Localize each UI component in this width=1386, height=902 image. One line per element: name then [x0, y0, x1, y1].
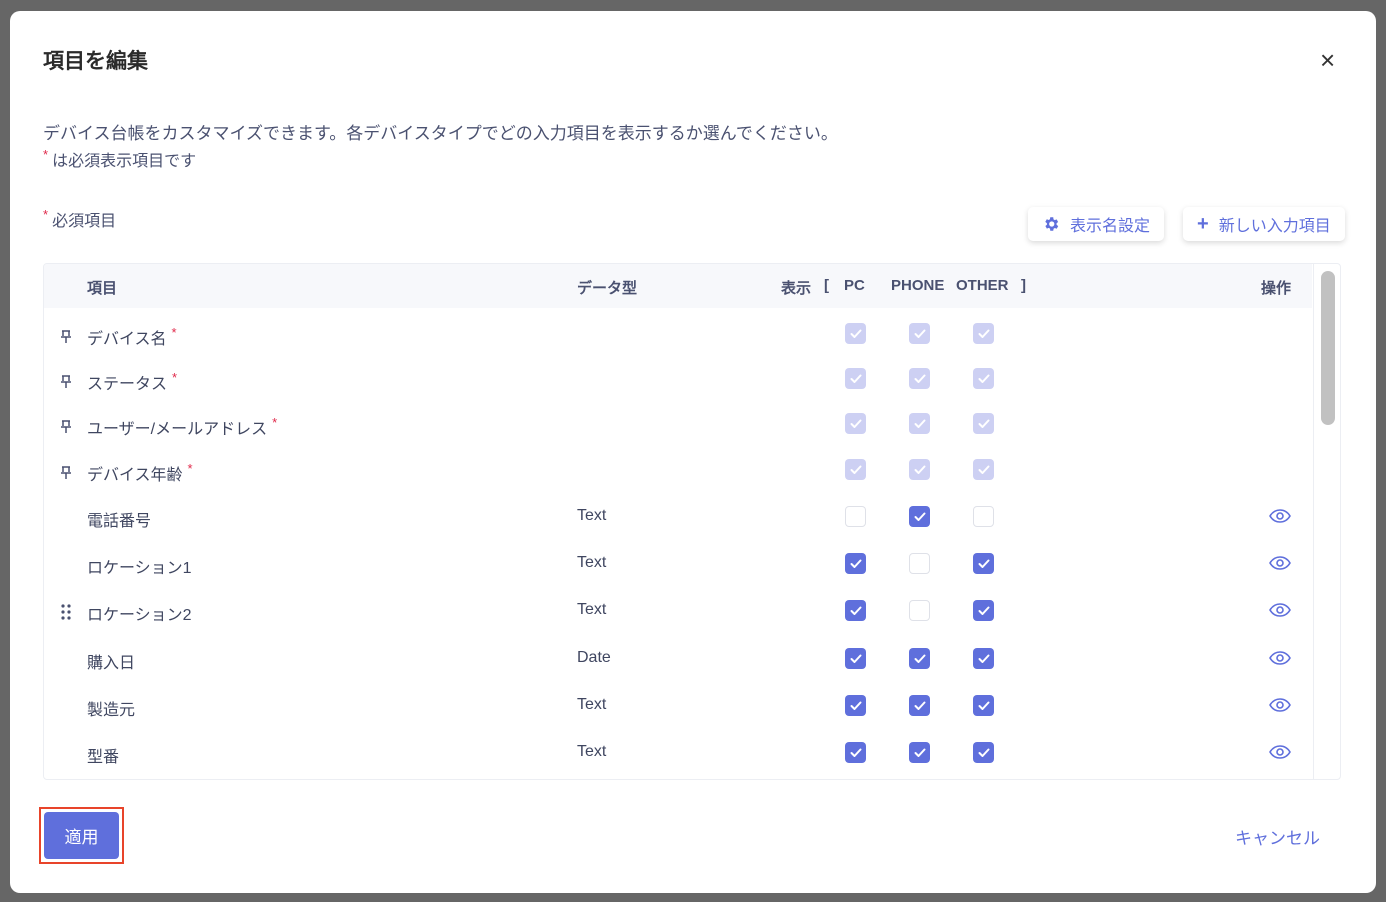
other-checkbox	[973, 459, 994, 480]
visibility-eye-icon[interactable]	[1269, 698, 1291, 717]
dialog-title: 項目を編集	[43, 50, 148, 73]
field-name: 製造元	[87, 702, 136, 719]
other-checkbox[interactable]	[973, 695, 994, 716]
phone-checkbox[interactable]	[909, 600, 930, 621]
phone-checkbox[interactable]	[909, 648, 930, 669]
visibility-eye-icon[interactable]	[1269, 556, 1291, 575]
field-name: 電話番号	[87, 513, 152, 530]
edit-fields-dialog: 項目を編集 × デバイス台帳をカスタマイズできます。各デバイスタイプでどの入力項…	[10, 11, 1376, 893]
pin-icon	[60, 466, 72, 485]
close-icon[interactable]: ×	[1320, 47, 1335, 73]
phone-checkbox[interactable]	[909, 506, 930, 527]
pc-checkbox[interactable]	[845, 600, 866, 621]
pc-checkbox[interactable]	[845, 506, 866, 527]
phone-checkbox	[909, 413, 930, 434]
field-name: 型番	[87, 749, 120, 766]
table-row: ロケーション2 Text	[44, 597, 1312, 643]
table-row: ユーザー/メールアドレス *	[44, 411, 1312, 457]
field-type: Text	[577, 743, 607, 760]
field-type: Text	[577, 554, 607, 571]
phone-checkbox	[909, 323, 930, 344]
pc-checkbox	[845, 459, 866, 480]
pin-icon	[60, 330, 72, 349]
field-name: ロケーション2	[87, 607, 192, 624]
pc-checkbox	[845, 413, 866, 434]
pin-icon	[60, 420, 72, 439]
field-type: Date	[577, 649, 611, 666]
other-checkbox[interactable]	[973, 600, 994, 621]
phone-checkbox[interactable]	[909, 742, 930, 763]
other-checkbox	[973, 413, 994, 434]
fields-table: 項目 データ型 表示 [ PC PHONE OTHER ] 操作 デバイス名 * ス…	[43, 263, 1341, 780]
field-type: Text	[577, 696, 607, 713]
dialog-description: デバイス台帳をカスタマイズできます。各デバイスタイプでどの入力項目を表示するか選…	[43, 124, 838, 143]
gear-icon	[1045, 217, 1059, 231]
apply-button[interactable]: 適用	[44, 812, 119, 859]
pc-checkbox[interactable]	[845, 648, 866, 669]
phone-checkbox	[909, 459, 930, 480]
required-note: * は必須表示項目です	[43, 147, 197, 170]
phone-checkbox[interactable]	[909, 553, 930, 574]
field-name: ユーザー/メールアドレス *	[87, 415, 278, 438]
table-row: 電話番号 Text	[44, 503, 1312, 549]
cancel-button[interactable]: キャンセル	[1235, 824, 1320, 849]
field-type: Text	[577, 601, 607, 618]
pc-checkbox[interactable]	[845, 695, 866, 716]
scrollbar[interactable]	[1313, 264, 1340, 779]
field-name: ステータス *	[87, 370, 178, 393]
table-header: 項目 データ型 表示 [ PC PHONE OTHER ] 操作	[44, 264, 1312, 308]
other-checkbox[interactable]	[973, 648, 994, 669]
new-field-button[interactable]: + 新しい入力項目	[1183, 207, 1345, 241]
drag-handle-icon[interactable]	[61, 604, 71, 625]
other-checkbox	[973, 323, 994, 344]
field-name: ロケーション1	[87, 560, 192, 577]
other-checkbox[interactable]	[973, 742, 994, 763]
table-row: デバイス年齢 *	[44, 457, 1312, 503]
pin-icon	[60, 375, 72, 394]
pc-checkbox	[845, 323, 866, 344]
field-type: Text	[577, 507, 607, 524]
visibility-eye-icon[interactable]	[1269, 745, 1291, 764]
pc-checkbox[interactable]	[845, 742, 866, 763]
table-row: デバイス名 *	[44, 321, 1312, 367]
plus-icon: +	[1197, 212, 1209, 235]
table-row: 製造元 Text	[44, 692, 1312, 738]
visibility-eye-icon[interactable]	[1269, 509, 1291, 528]
pc-checkbox[interactable]	[845, 553, 866, 574]
field-name: 購入日	[87, 655, 136, 672]
phone-checkbox	[909, 368, 930, 389]
table-row: ステータス *	[44, 366, 1312, 412]
phone-checkbox[interactable]	[909, 695, 930, 716]
scrollbar-thumb[interactable]	[1321, 271, 1335, 425]
visibility-eye-icon[interactable]	[1269, 603, 1291, 622]
pc-checkbox	[845, 368, 866, 389]
apply-highlight: 適用	[39, 807, 124, 864]
field-name: デバイス年齢 *	[87, 461, 193, 484]
display-name-settings-button[interactable]: 表示名設定	[1028, 207, 1165, 241]
table-row: ロケーション1 Text	[44, 550, 1312, 596]
table-row: 購入日 Date	[44, 645, 1312, 691]
other-checkbox[interactable]	[973, 553, 994, 574]
other-checkbox	[973, 368, 994, 389]
other-checkbox[interactable]	[973, 506, 994, 527]
visibility-eye-icon[interactable]	[1269, 651, 1291, 670]
field-name: デバイス名 *	[87, 325, 177, 348]
required-fields-label: * 必須項目	[43, 207, 117, 230]
table-row: 型番 Text	[44, 739, 1312, 779]
